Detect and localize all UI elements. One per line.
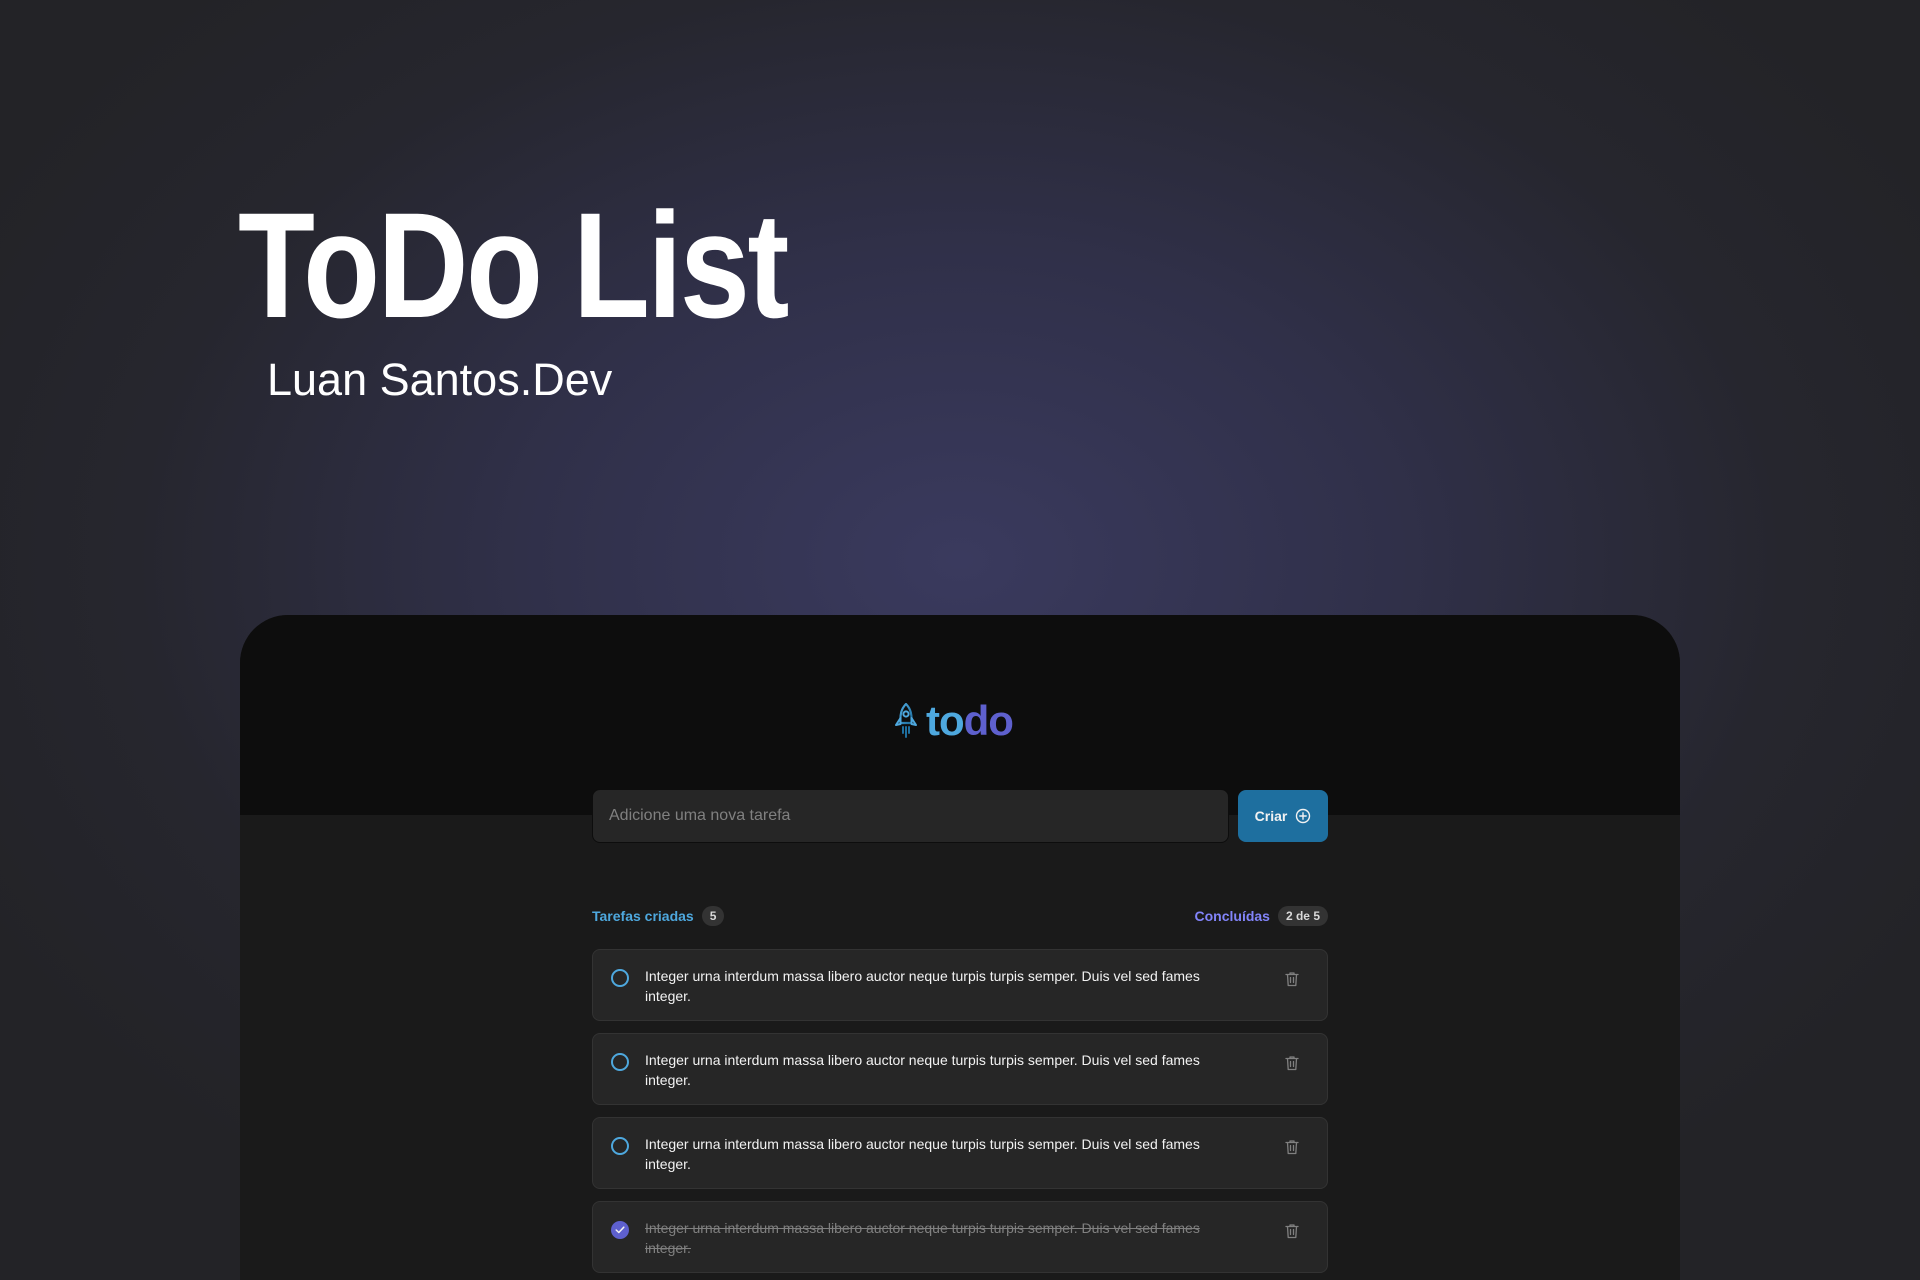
check-icon [615,1226,625,1234]
plus-circle-icon [1295,808,1311,824]
created-count-badge: 5 [701,906,725,926]
hero-title: ToDo List [238,181,789,349]
rocket-icon [894,703,918,739]
task-text: Integer urna interdum massa libero aucto… [645,968,1200,1004]
task-item: Integer urna interdum massa libero aucto… [592,949,1328,1021]
task-item: Integer urna interdum massa libero aucto… [592,1117,1328,1189]
task-item-completed: Integer urna interdum massa libero aucto… [592,1201,1328,1273]
task-text: Integer urna interdum massa libero aucto… [645,1136,1200,1172]
create-button-label: Criar [1254,808,1288,824]
hero-subtitle: Luan Santos.Dev [267,354,613,405]
add-task-form: Criar [592,789,1328,843]
app-window: todo Criar Tarefas criadas 5 Concluídas … [240,615,1680,1280]
task-checkbox[interactable] [611,1137,629,1155]
task-text: Integer urna interdum massa libero aucto… [645,1052,1200,1088]
app-header: todo [240,615,1680,815]
logo-text: todo [926,697,1014,744]
task-item: Integer urna interdum massa libero aucto… [592,1033,1328,1105]
task-text: Integer urna interdum massa libero aucto… [645,1220,1200,1256]
task-checkbox[interactable] [611,1053,629,1071]
trash-icon[interactable] [1283,1138,1301,1156]
logo: todo [894,691,1014,751]
done-counter: Concluídas 2 de 5 [1194,906,1328,926]
trash-icon[interactable] [1283,970,1301,988]
done-count-badge: 2 de 5 [1277,906,1328,926]
trash-icon[interactable] [1283,1054,1301,1072]
task-counters: Tarefas criadas 5 Concluídas 2 de 5 [592,905,1328,927]
logo-text-to: to [926,697,965,744]
logo-text-do: do [963,697,1014,744]
trash-icon[interactable] [1283,1222,1301,1240]
create-button[interactable]: Criar [1238,790,1328,842]
new-task-input[interactable] [592,789,1229,843]
task-checkbox[interactable] [611,969,629,987]
done-counter-label: Concluídas [1194,908,1270,924]
task-checkbox-checked[interactable] [611,1221,629,1239]
task-list: Integer urna interdum massa libero aucto… [592,949,1328,1273]
created-counter-label: Tarefas criadas [592,908,694,924]
created-counter: Tarefas criadas 5 [592,906,725,926]
